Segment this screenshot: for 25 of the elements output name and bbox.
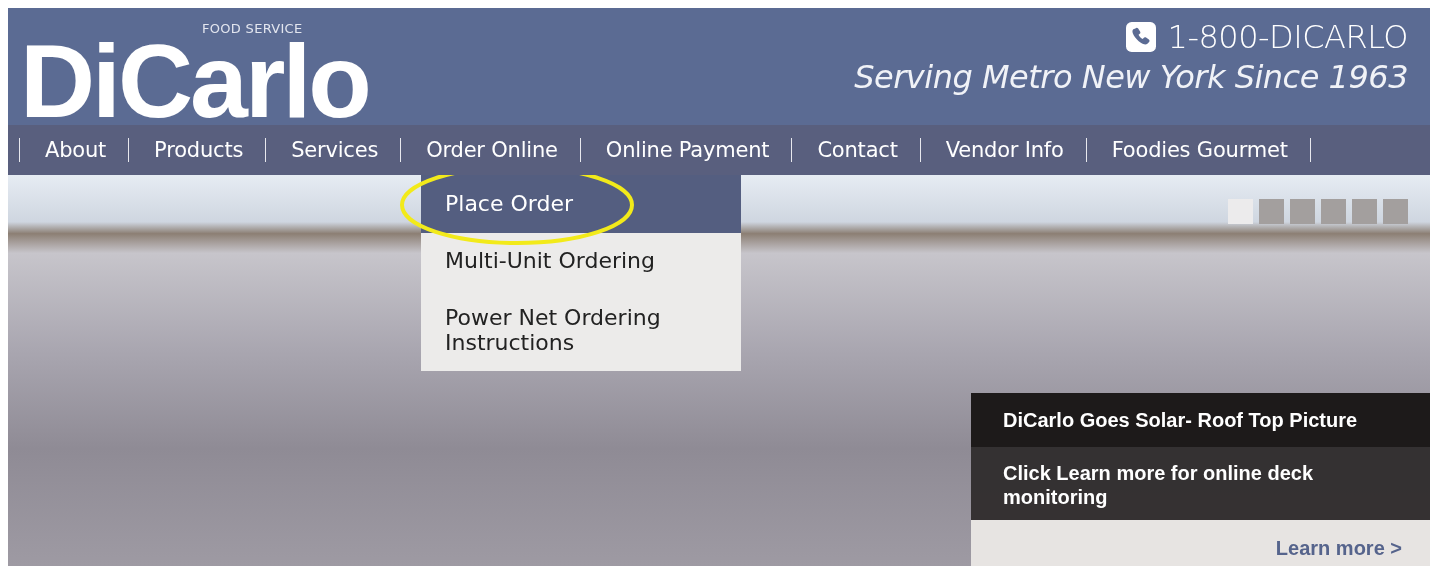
learn-more-link[interactable]: Learn more > [1275,536,1402,560]
slide-indicator[interactable] [1352,199,1377,224]
menu-item[interactable]: Multi-Unit Ordering [421,233,741,286]
slogan: Serving Metro New York Since 1963 [854,58,1408,96]
menu-item[interactable]: Power Net Ordering Instructions [421,286,741,371]
caption-title: DiCarlo Goes Solar- Roof Top Picture [971,393,1430,447]
slide-indicator[interactable] [1290,199,1315,224]
nav-link[interactable]: About [19,138,129,162]
nav-link[interactable]: Services [265,138,401,162]
slide-indicator[interactable] [1228,199,1253,224]
nav-link[interactable]: Vendor Info [919,138,1086,162]
slide-indicator[interactable] [1383,199,1408,224]
nav-link[interactable]: Order Online [400,138,580,162]
slide-indicator[interactable] [1321,199,1346,224]
logo-wordmark[interactable]: DiCarlo [20,42,369,122]
nav-link[interactable]: Foodies Gourmet [1085,138,1310,162]
slide-indicator[interactable] [1259,199,1284,224]
caption-text: Click Learn more for online deck monitoring [971,447,1430,520]
nav-link[interactable]: Contact [791,138,920,162]
nav-link[interactable]: Online Payment [579,138,792,162]
nav-link[interactable]: Products [128,138,266,162]
logo-tagline: FOOD SERVICE [202,22,303,36]
phone-icon [1125,22,1156,52]
phone-number: 1-800-DICARLO [1167,18,1408,56]
menu-item[interactable]: Place Order [421,175,741,233]
